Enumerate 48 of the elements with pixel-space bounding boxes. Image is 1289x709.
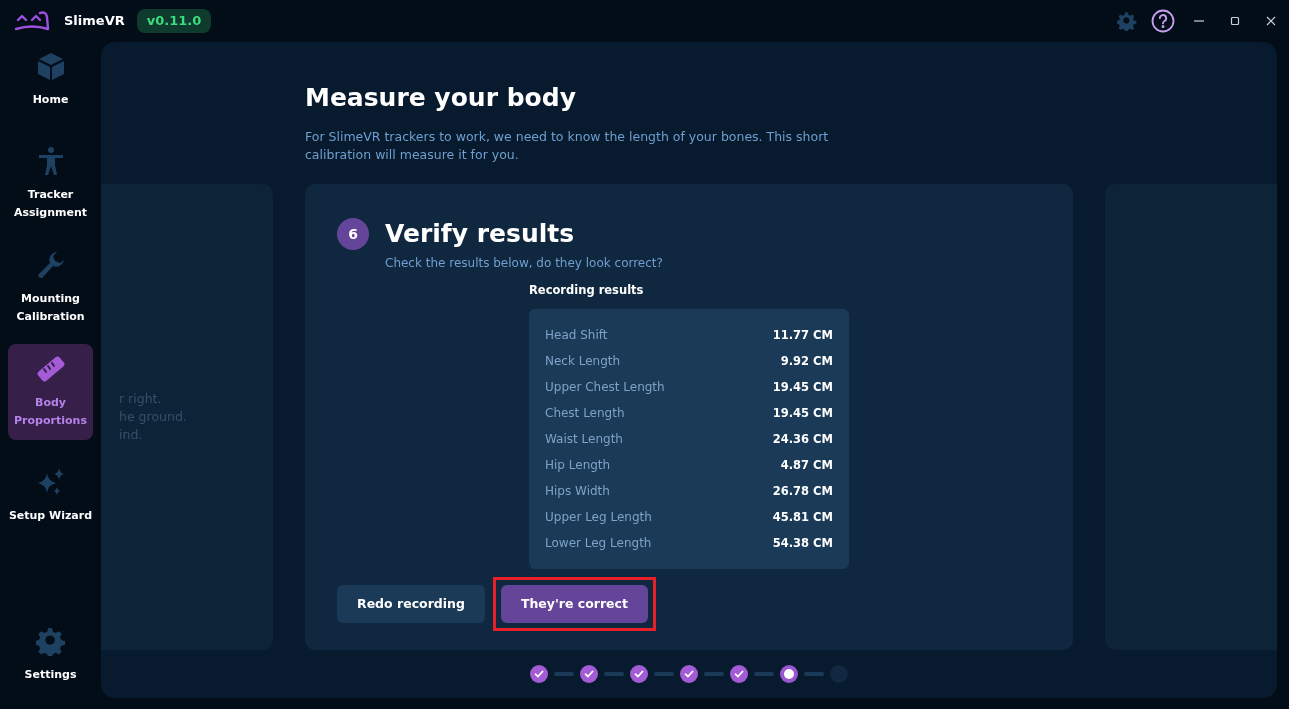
step-number: 6 <box>337 218 369 250</box>
measurement-name: Upper Leg Length <box>545 509 652 527</box>
app-name: SlimeVR <box>64 12 125 31</box>
check-icon <box>634 669 644 679</box>
measurement-value: 19.45 CM <box>772 404 833 422</box>
check-icon <box>534 669 544 679</box>
sidebar-item[interactable]: Home <box>8 32 93 128</box>
results-title: Recording results <box>529 282 645 299</box>
measurement-name: Hip Length <box>545 457 611 475</box>
step-title: Verify results <box>385 219 575 249</box>
logo-icon <box>14 9 50 33</box>
measurement-value: 24.36 CM <box>772 430 833 448</box>
measurement-name: Neck Length <box>545 353 621 371</box>
measurement-name: Head Shift <box>545 327 608 345</box>
help-icon <box>1151 9 1175 33</box>
page-title: Measure your body <box>305 82 577 114</box>
maximize-icon <box>1230 16 1240 26</box>
check-icon <box>734 669 744 679</box>
measurement-value: 11.77 CM <box>772 326 833 344</box>
redo-button[interactable]: Redo recording <box>337 585 485 624</box>
measurement-name: Upper Chest Length <box>545 379 665 397</box>
measurement-value: 26.78 CM <box>772 482 833 500</box>
sidebar-item[interactable]: Tracker Assignment <box>8 136 93 232</box>
wrench-icon <box>35 250 66 280</box>
sidebar-item[interactable]: Setup Wizard <box>8 448 93 544</box>
measurement-value: 45.81 CM <box>772 508 833 526</box>
measurement-name: Lower Leg Length <box>545 535 652 553</box>
confirm-button[interactable]: They're correct <box>500 585 648 624</box>
settings-icon <box>35 626 66 656</box>
measurement-value: 19.45 CM <box>772 378 833 396</box>
close-icon <box>1266 16 1276 26</box>
measurement-value: 4.87 CM <box>780 456 833 474</box>
dot-icon <box>784 669 794 679</box>
sidebar-item[interactable]: Settings <box>8 612 93 698</box>
check-icon <box>584 669 594 679</box>
measurement-value: 54.38 CM <box>772 534 833 552</box>
measurement-name: Waist Length <box>545 431 623 449</box>
sidebar-item[interactable]: Mounting Calibration <box>8 240 93 336</box>
settings-icon <box>1117 11 1137 31</box>
page-description: For SlimeVR trackers to work, we need to know the length of your bones. This short calibration will measure it for you. <box>305 128 830 164</box>
check-icon <box>684 669 694 679</box>
measurement-name: Hips Width <box>545 483 610 501</box>
step-subtitle: Check the results below, do they look correct? <box>385 255 664 272</box>
version-badge: v0.11.0 <box>136 9 212 33</box>
measurement-value: 9.92 CM <box>780 352 833 370</box>
measurement-name: Chest Length <box>545 405 625 423</box>
sidebar-item[interactable]: Body Proportions <box>8 344 93 440</box>
cube-icon <box>35 51 66 81</box>
